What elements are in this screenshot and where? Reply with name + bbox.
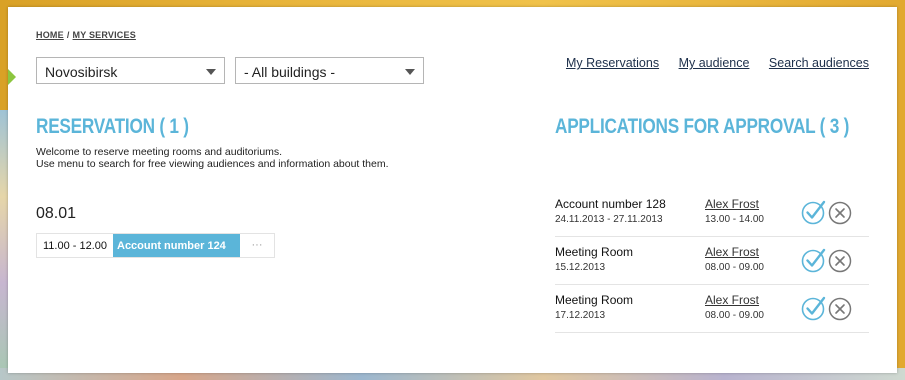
chevron-down-icon bbox=[206, 69, 216, 75]
application-user-link[interactable]: Alex Frost bbox=[705, 293, 759, 307]
application-user-link[interactable]: Alex Frost bbox=[705, 197, 759, 211]
top-nav-links: My Reservations My audience Search audie… bbox=[550, 56, 869, 70]
reservation-title: RESERVATION ( 1 ) bbox=[36, 115, 189, 138]
application-title: Meeting Room bbox=[555, 293, 634, 307]
check-circle-icon[interactable] bbox=[801, 199, 827, 225]
x-circle-icon[interactable] bbox=[828, 249, 852, 273]
my-reservations-link[interactable]: My Reservations bbox=[566, 56, 659, 70]
check-circle-icon[interactable] bbox=[801, 295, 827, 321]
main-panel: HOME / MY SERVICES Novosibirsk - All build… bbox=[8, 7, 897, 373]
slot-more-button[interactable]: ··· bbox=[240, 234, 274, 257]
breadcrumb-separator: / bbox=[66, 30, 70, 40]
application-dates: 17.12.2013 bbox=[555, 310, 606, 321]
breadcrumb-home-link[interactable]: HOME bbox=[36, 30, 64, 40]
application-time: 13.00 - 14.00 bbox=[705, 214, 764, 225]
applications-title: APPLICATIONS FOR APPROVAL ( 3 ) bbox=[555, 115, 850, 138]
application-user-link[interactable]: Alex Frost bbox=[705, 245, 759, 259]
application-dates: 24.11.2013 - 27.11.2013 bbox=[555, 214, 663, 225]
check-circle-icon[interactable] bbox=[801, 247, 827, 273]
breadcrumb-current-link[interactable]: MY SERVICES bbox=[73, 30, 136, 40]
slot-event[interactable]: Account number 124 bbox=[113, 234, 240, 257]
welcome-text: Welcome to reserve meeting rooms and aud… bbox=[36, 146, 389, 170]
application-row: Meeting Room 17.12.2013 Alex Frost 08.00… bbox=[555, 285, 869, 333]
welcome-line-2: Use menu to search for free viewing audi… bbox=[36, 158, 389, 170]
application-time: 08.00 - 09.00 bbox=[705, 310, 764, 321]
application-row: Account number 128 24.11.2013 - 27.11.20… bbox=[555, 189, 869, 237]
background-decoration-left bbox=[0, 110, 8, 370]
application-title: Account number 128 bbox=[555, 197, 666, 211]
application-time: 08.00 - 09.00 bbox=[705, 262, 764, 273]
my-audience-link[interactable]: My audience bbox=[679, 56, 750, 70]
search-audiences-link[interactable]: Search audiences bbox=[769, 56, 869, 70]
slot-time: 11.00 - 12.00 bbox=[43, 240, 108, 252]
building-select[interactable]: - All buildings - bbox=[235, 57, 424, 84]
application-dates: 15.12.2013 bbox=[555, 262, 606, 273]
welcome-line-1: Welcome to reserve meeting rooms and aud… bbox=[36, 146, 283, 158]
application-title: Meeting Room bbox=[555, 245, 634, 259]
chevron-down-icon bbox=[405, 69, 415, 75]
breadcrumb: HOME / MY SERVICES bbox=[36, 30, 136, 40]
applications-list: Account number 128 24.11.2013 - 27.11.20… bbox=[555, 189, 869, 333]
city-select[interactable]: Novosibirsk bbox=[36, 57, 225, 84]
reservation-slot: 11.00 - 12.00 Account number 124 ··· bbox=[36, 233, 275, 258]
city-select-value: Novosibirsk bbox=[45, 64, 118, 80]
building-select-value: - All buildings - bbox=[244, 64, 336, 80]
application-row: Meeting Room 15.12.2013 Alex Frost 08.00… bbox=[555, 237, 869, 285]
x-circle-icon[interactable] bbox=[828, 297, 852, 321]
x-circle-icon[interactable] bbox=[828, 201, 852, 225]
arrow-right-icon bbox=[8, 69, 16, 85]
reservation-date: 08.01 bbox=[36, 205, 77, 222]
